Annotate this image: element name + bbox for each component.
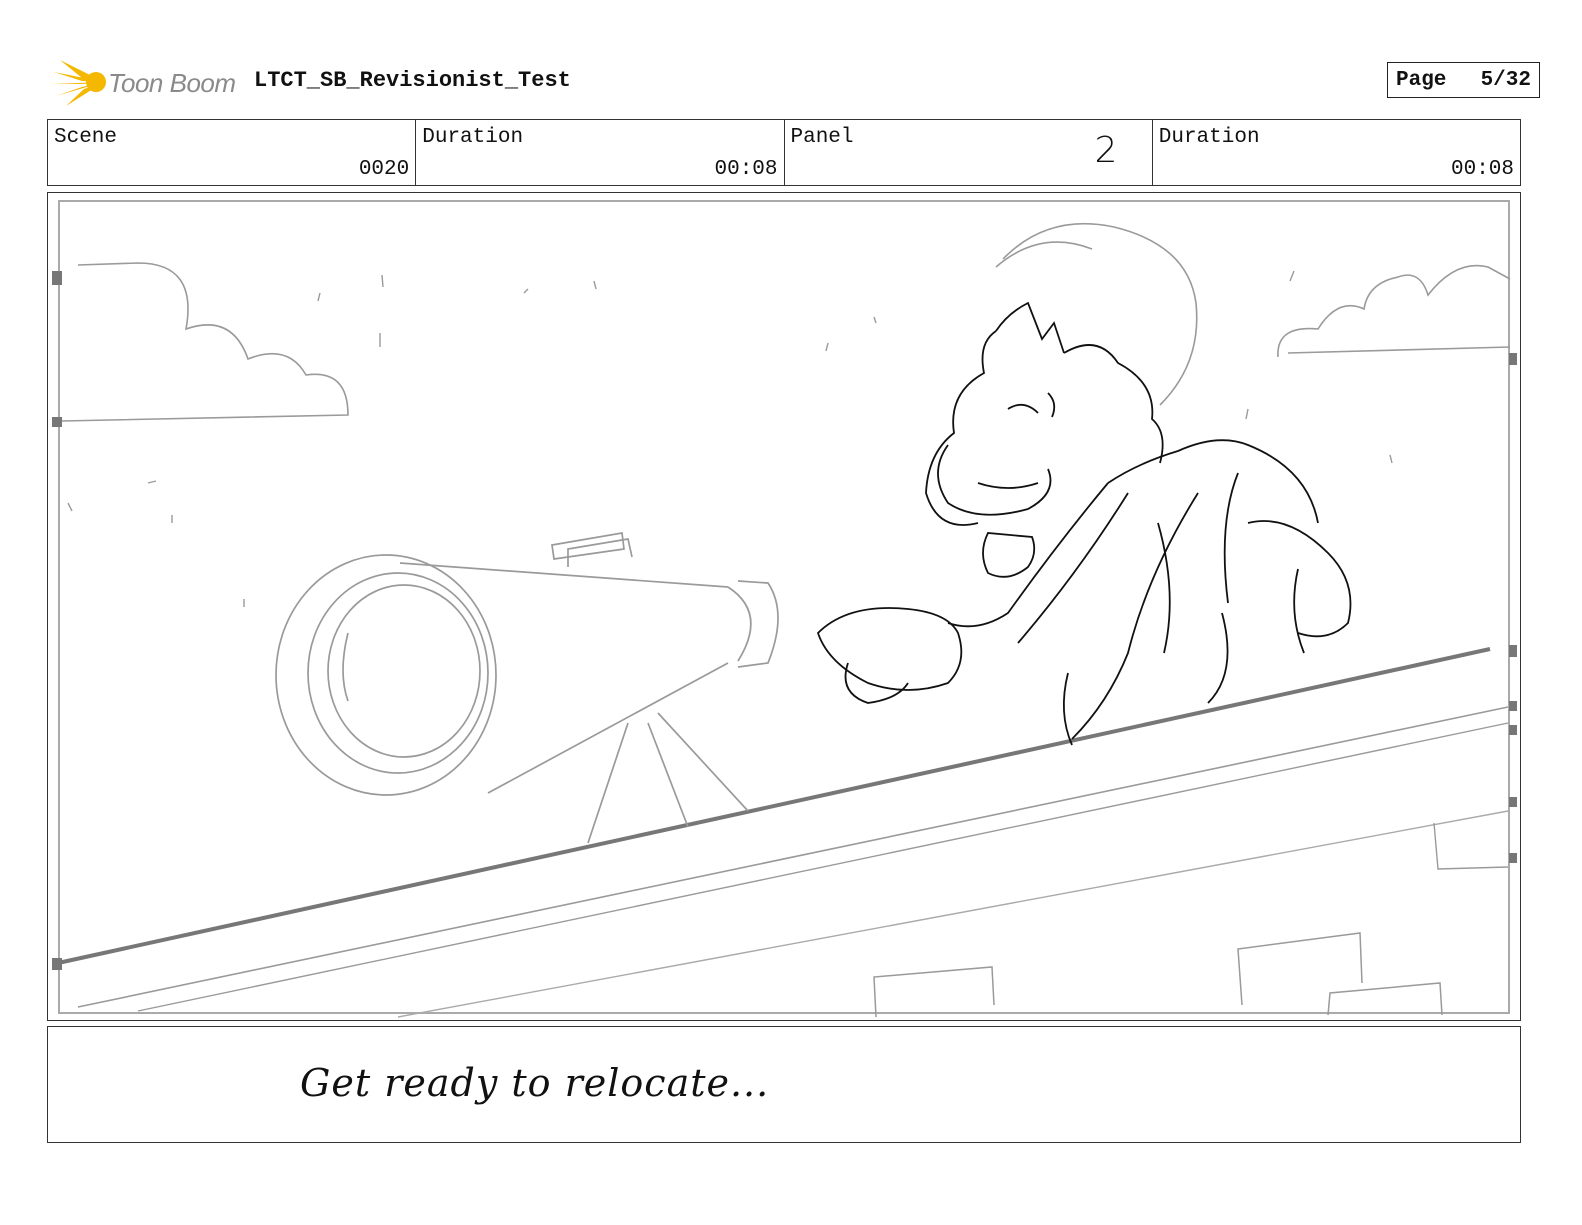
panel-duration-value: 00:08 (1450, 158, 1514, 181)
panel-duration-cell: Duration 00:08 (1153, 120, 1520, 185)
toon-boom-logo: Toon Boom (52, 56, 252, 108)
scene-duration-value: 00:08 (714, 158, 778, 181)
page-indicator: Page 5/32 (1387, 62, 1540, 98)
panel-label: Panel (790, 126, 854, 149)
storyboard-frame (47, 192, 1521, 1021)
storyboard-header: Toon Boom LTCT_SB_Revisionist_Test Page … (48, 52, 1540, 112)
scene-duration-label: Duration (422, 126, 524, 149)
project-title: LTCT_SB_Revisionist_Test (254, 68, 571, 93)
panel-info-row: Scene 0020 Duration 00:08 Panel 2 Durati… (47, 119, 1521, 186)
caption-box: Get ready to relocate... (47, 1026, 1521, 1143)
scene-duration-cell: Duration 00:08 (416, 120, 785, 185)
starburst-logo-icon (52, 60, 106, 106)
panel-duration-label: Duration (1158, 126, 1260, 149)
page-label: Page (1396, 68, 1447, 92)
scene-cell: Scene 0020 (48, 120, 417, 185)
panel-cell: Panel 2 (785, 120, 1153, 185)
logo-text: Toon Boom (108, 68, 236, 98)
panel-number: 2 (1094, 130, 1118, 171)
scene-label: Scene (54, 126, 118, 149)
storyboard-sketch (52, 200, 1517, 1018)
caption-text: Get ready to relocate... (300, 1061, 770, 1105)
scene-value: 0020 (358, 158, 410, 181)
page-number: 5/32 (1480, 68, 1531, 92)
